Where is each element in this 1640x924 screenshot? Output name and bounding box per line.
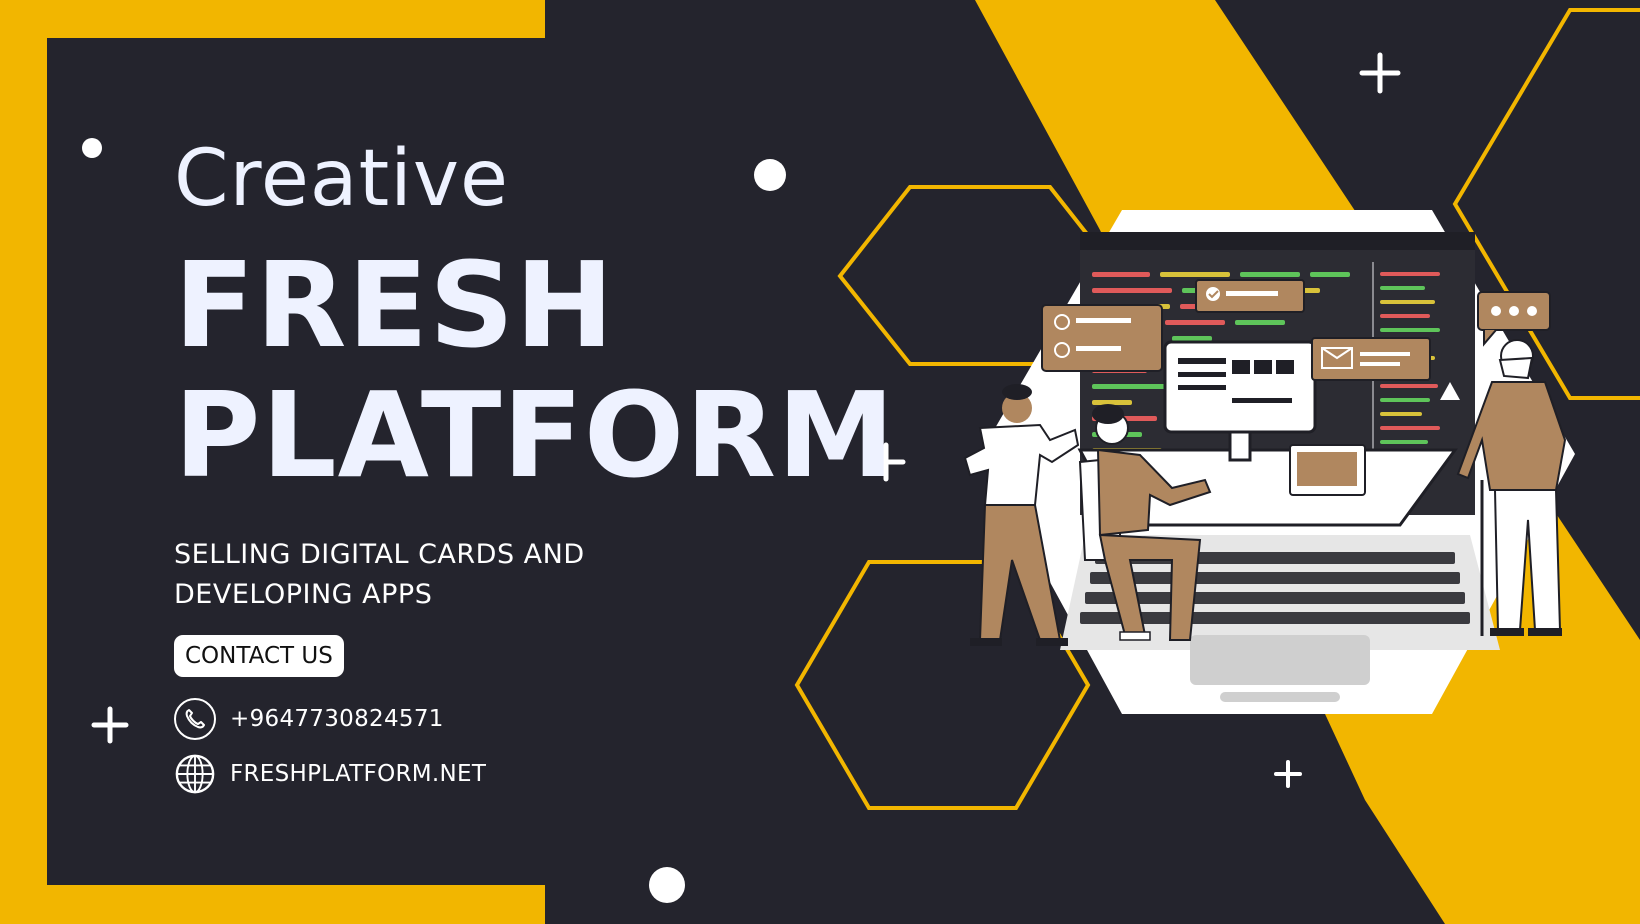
plus-icon xyxy=(91,706,129,744)
plus-icon xyxy=(1274,760,1302,788)
website-row[interactable]: FRESHPLATFORM.NET xyxy=(174,753,486,795)
tagline-line-1: SELLING DIGITAL CARDS AND xyxy=(174,539,585,570)
dot-decoration xyxy=(649,867,685,903)
phone-icon xyxy=(174,698,216,740)
website-url: FRESHPLATFORM.NET xyxy=(230,761,487,787)
plus-icon xyxy=(1359,52,1401,94)
tablet-card xyxy=(1289,444,1366,496)
chat-bubble-icon xyxy=(1477,291,1551,347)
hero-title-line-2: PLATFORM xyxy=(174,366,896,504)
hero-kicker: Creative xyxy=(174,134,510,224)
check-icon xyxy=(1195,279,1305,313)
hero-title-line-1: FRESH xyxy=(174,236,615,374)
tagline: SELLING DIGITAL CARDS AND DEVELOPING APP… xyxy=(174,535,634,615)
hero-title: FRESH PLATFORM xyxy=(174,240,896,500)
phone-number: +9647730824571 xyxy=(230,706,444,732)
floating-ui-card xyxy=(1041,304,1163,372)
contact-us-button[interactable]: CONTACT US xyxy=(174,635,344,677)
tagline-line-2: DEVELOPING APPS xyxy=(174,579,433,610)
hero-text: Creative FRESH PLATFORM xyxy=(174,140,896,500)
phone-row[interactable]: +9647730824571 xyxy=(174,698,444,740)
globe-icon xyxy=(174,753,216,795)
dot-decoration xyxy=(82,138,102,158)
mail-icon xyxy=(1311,337,1431,381)
